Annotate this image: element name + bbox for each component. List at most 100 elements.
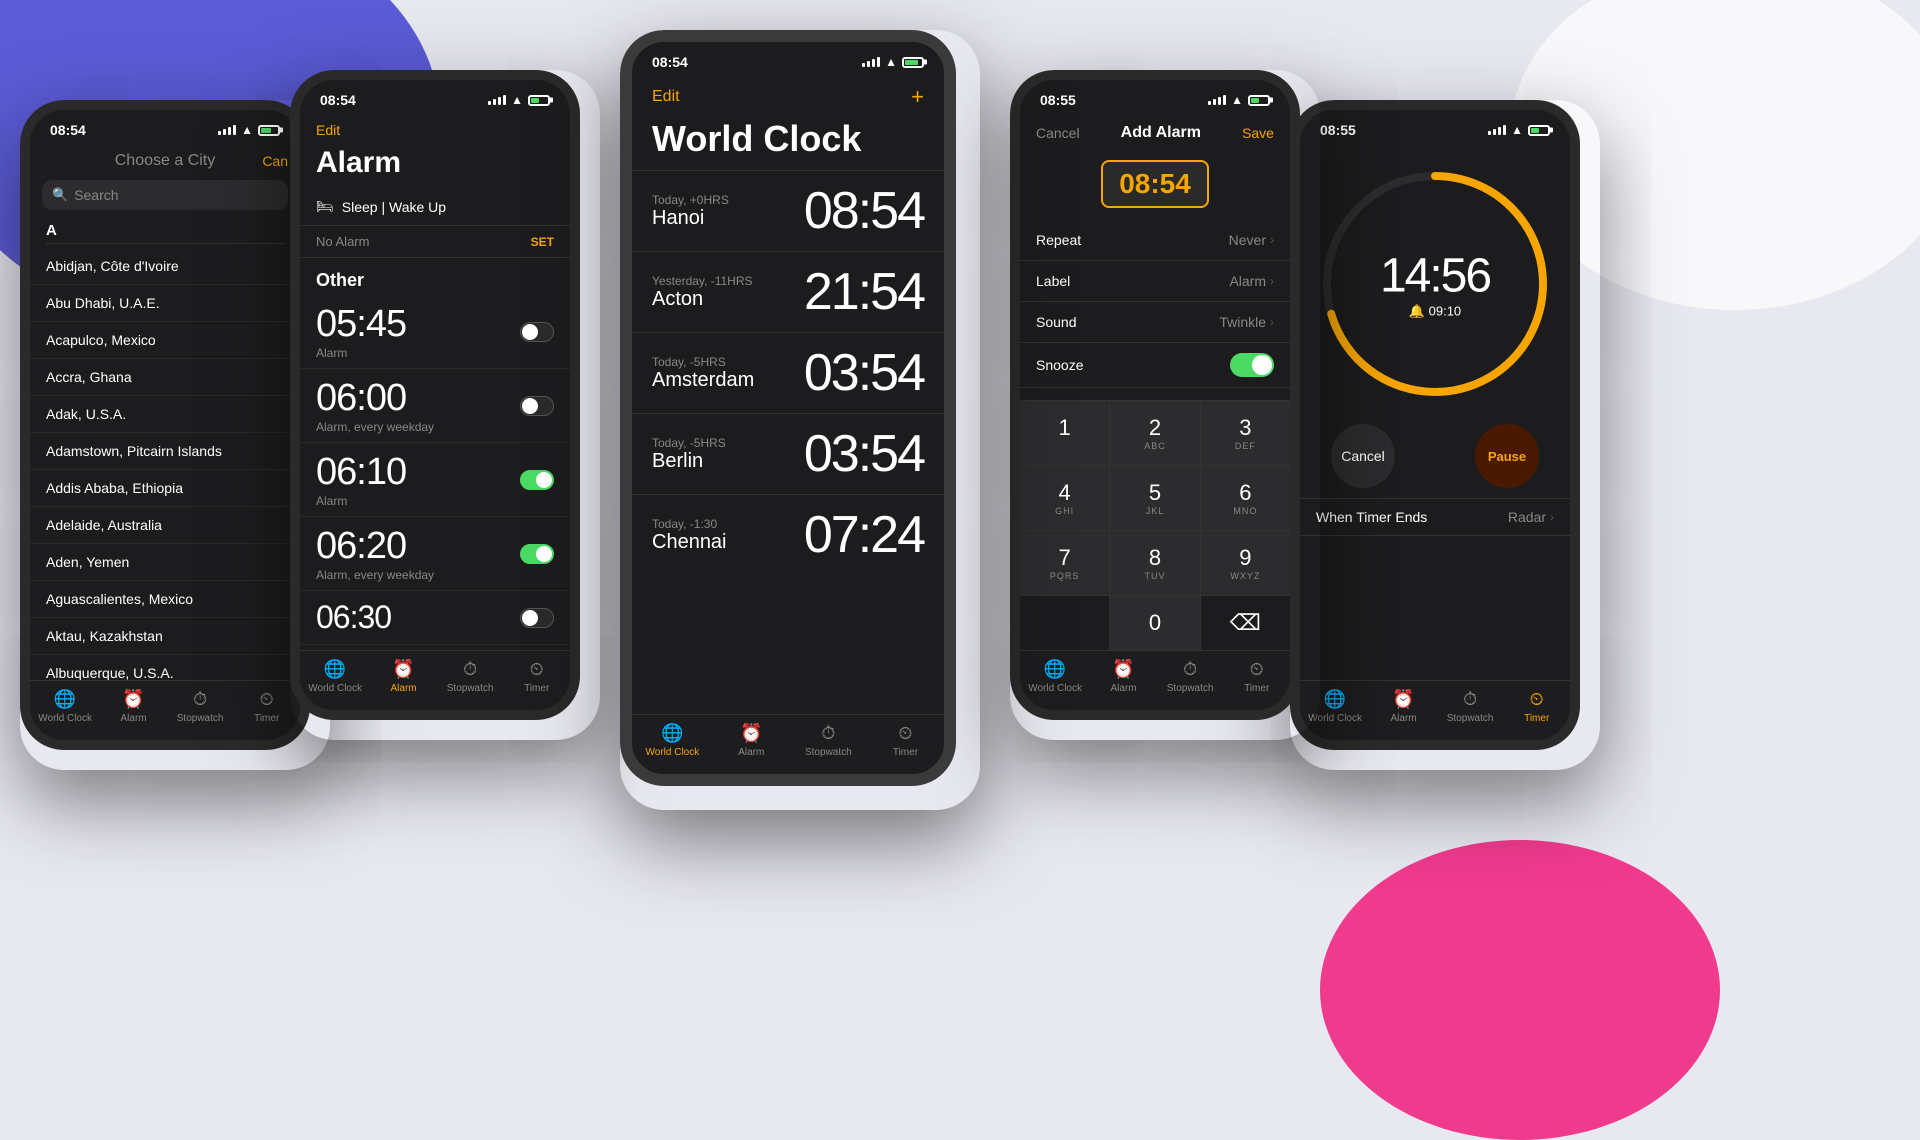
tab-timer-label-1: Timer [254,713,279,724]
numpad-8[interactable]: 8TUV [1110,531,1199,595]
tab-world-clock-3[interactable]: 🌐 World Clock [646,723,700,758]
tab-bar-4: 🌐 World Clock ⏰ Alarm ⏱ Stopwatch ⏲ Time… [1020,650,1290,710]
numpad-9[interactable]: 9WXYZ [1201,531,1290,595]
wc-edit-button[interactable]: Edit [652,88,680,106]
alarm-toggle-2[interactable] [520,396,554,416]
numpad-1[interactable]: 1 [1020,401,1109,465]
city-item[interactable]: Adak, U.S.A. [30,396,300,433]
city-item[interactable]: Aden, Yemen [30,544,300,581]
tab-timer-label-5: Timer [1524,713,1549,724]
bell-icon: 🔔 [1409,304,1425,319]
when-timer-ends-row[interactable]: When Timer Ends Radar › [1300,498,1570,536]
tab-bar-2: 🌐 World Clock ⏰ Alarm ⏱ Stopwatch ⏲ Time… [300,650,570,710]
setting-repeat-label: Repeat [1036,232,1081,248]
wc-add-button[interactable]: + [911,84,924,110]
city-list: Abidjan, Côte d'Ivoire Abu Dhabi, U.A.E.… [30,248,300,680]
set-button[interactable]: SET [531,235,554,249]
tab-timer-label-2: Timer [524,683,549,694]
tab-stopwatch-2[interactable]: ⏱ Stopwatch [445,659,495,694]
tab-alarm-label-5: Alarm [1391,713,1417,724]
tab-alarm-5[interactable]: ⏰ Alarm [1379,689,1429,724]
timer-pause-button[interactable]: Pause [1475,424,1539,488]
alarm-label-1: Alarm [316,346,406,360]
alarm-header: Edit [300,114,570,142]
choose-city-title: Choose a City [115,152,216,170]
world-clock-screen: Edit + World Clock Today, +0HRS Hanoi 08… [632,76,944,714]
timer-cancel-button[interactable]: Cancel [1331,424,1395,488]
numpad-6[interactable]: 6MNO [1201,466,1290,530]
alarm-icon-2: ⏰ [392,659,414,680]
tab-stopwatch-5[interactable]: ⏱ Stopwatch [1445,689,1495,724]
alarm-item-4[interactable]: 06:20 Alarm, every weekday [300,517,570,591]
status-bar-2: 08:54 ▲ [300,80,570,114]
setting-sound-value: Twinkle › [1219,314,1274,330]
tab-timer-1[interactable]: ⏲ Timer [242,689,292,724]
tab-world-clock-1[interactable]: 🌐 World Clock [38,689,92,724]
numpad-4[interactable]: 4GHI [1020,466,1109,530]
cancel-button-4[interactable]: Cancel [1036,125,1080,141]
setting-repeat[interactable]: Repeat Never › [1020,220,1290,261]
wc-timezone-berlin: Today, -5HRS [652,436,726,450]
tab-world-clock-label-4: World Clock [1028,683,1082,694]
alarm-toggle-5[interactable] [520,608,554,628]
city-item[interactable]: Addis Ababa, Ethiopia [30,470,300,507]
battery-icon-3 [902,57,924,68]
search-placeholder: Search [74,187,118,203]
save-button-4[interactable]: Save [1242,125,1274,141]
numpad-2[interactable]: 2ABC [1110,401,1199,465]
tab-stopwatch-3[interactable]: ⏱ Stopwatch [803,723,853,758]
city-item[interactable]: Albuquerque, U.S.A. [30,655,300,680]
tab-stopwatch-4[interactable]: ⏱ Stopwatch [1165,659,1215,694]
tab-world-clock-label-5: World Clock [1308,713,1362,724]
numpad-backspace[interactable]: ⌫ [1201,596,1290,650]
numpad-7[interactable]: 7PQRS [1020,531,1109,595]
timer-screen: 14:56 🔔 09:10 Cancel Pause When Timer En… [1300,144,1570,680]
city-item[interactable]: Accra, Ghana [30,359,300,396]
tab-alarm-1[interactable]: ⏰ Alarm [109,689,159,724]
city-item[interactable]: Abidjan, Côte d'Ivoire [30,248,300,285]
alarm-item-5[interactable]: 06:30 [300,591,570,645]
alarm-item-2[interactable]: 06:00 Alarm, every weekday [300,369,570,443]
alarm-item-3[interactable]: 06:10 Alarm [300,443,570,517]
numpad-3[interactable]: 3DEF [1201,401,1290,465]
edit-button-2[interactable]: Edit [316,122,340,138]
city-item[interactable]: Aguascalientes, Mexico [30,581,300,618]
alarm-toggle-4[interactable] [520,544,554,564]
numpad-empty [1020,596,1109,650]
tab-timer-2[interactable]: ⏲ Timer [512,659,562,694]
tab-stopwatch-1[interactable]: ⏱ Stopwatch [175,689,225,724]
alarm-toggle-3[interactable] [520,470,554,490]
wc-time-chennai: 07:24 [804,505,924,565]
search-bar[interactable]: 🔍 Search [42,180,288,210]
tab-alarm-3[interactable]: ⏰ Alarm [726,723,776,758]
tab-timer-5[interactable]: ⏲ Timer [1512,689,1562,724]
status-time-5: 08:55 [1320,122,1356,138]
tab-alarm-4[interactable]: ⏰ Alarm [1099,659,1149,694]
tab-timer-4[interactable]: ⏲ Timer [1232,659,1282,694]
setting-sound-label: Sound [1036,314,1076,330]
wc-timezone-amsterdam: Today, -5HRS [652,355,754,369]
city-item[interactable]: Abu Dhabi, U.A.E. [30,285,300,322]
chevron-icon-timer: › [1550,510,1554,524]
alarm-label-4: Alarm, every weekday [316,568,434,582]
cancel-button-1[interactable]: Can [262,153,288,169]
city-item[interactable]: Aktau, Kazakhstan [30,618,300,655]
battery-icon-5 [1528,125,1550,136]
timer-icon-1: ⏲ [260,689,274,710]
tab-timer-3[interactable]: ⏲ Timer [880,723,930,758]
city-item[interactable]: Acapulco, Mexico [30,322,300,359]
alarm-toggle-1[interactable] [520,322,554,342]
wc-item-acton: Yesterday, -11HRS Acton 21:54 [632,251,944,332]
tab-alarm-2[interactable]: ⏰ Alarm [379,659,429,694]
alarm-item-1[interactable]: 05:45 Alarm [300,295,570,369]
numpad-0[interactable]: 0 [1110,596,1199,650]
signal-icon-2 [488,95,506,105]
tab-world-clock-2[interactable]: 🌐 World Clock [308,659,362,694]
setting-label[interactable]: Label Alarm › [1020,261,1290,302]
tab-world-clock-4[interactable]: 🌐 World Clock [1028,659,1082,694]
city-item[interactable]: Adelaide, Australia [30,507,300,544]
city-item[interactable]: Adamstown, Pitcairn Islands [30,433,300,470]
snooze-toggle[interactable] [1230,353,1274,377]
numpad-5[interactable]: 5JKL [1110,466,1199,530]
setting-sound[interactable]: Sound Twinkle › [1020,302,1290,343]
